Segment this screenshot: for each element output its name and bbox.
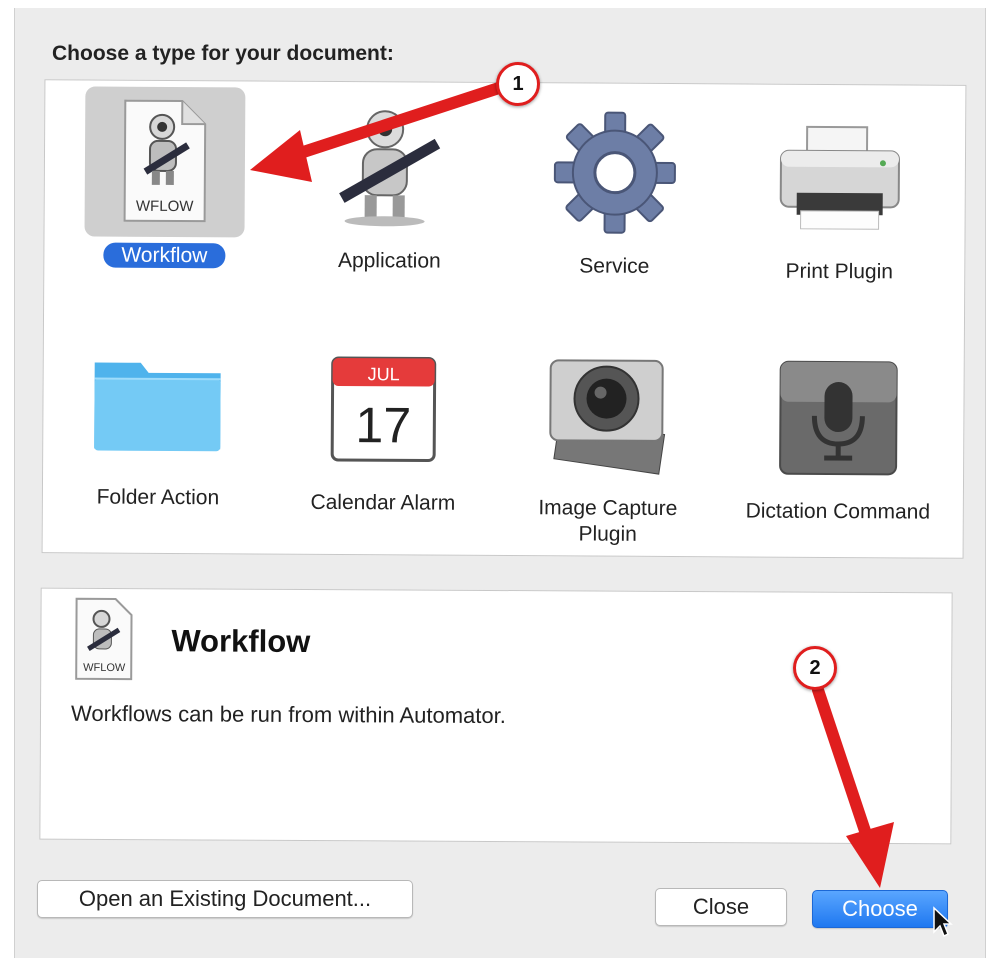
annotation-arrow-2 — [812, 684, 894, 888]
annotation-marker-2: 2 — [793, 646, 837, 690]
mouse-cursor-icon — [933, 906, 953, 938]
